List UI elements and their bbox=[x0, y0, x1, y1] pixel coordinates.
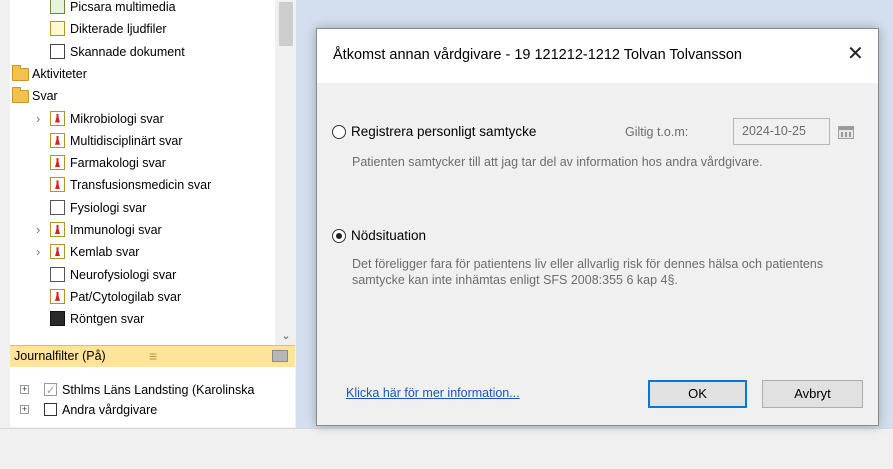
tree-item-label: Farmakologi svar bbox=[70, 156, 166, 171]
tree-item-label: Aktiviteter bbox=[32, 66, 87, 81]
folder-icon bbox=[12, 64, 29, 81]
journal-filter-bar[interactable]: Journalfilter (På) ≡ bbox=[10, 345, 295, 367]
physiology-icon bbox=[50, 266, 65, 282]
expand-chevron-icon[interactable]: › bbox=[36, 108, 40, 130]
expand-icon[interactable]: + bbox=[20, 405, 29, 414]
physiology-icon bbox=[50, 199, 65, 215]
more-info-link[interactable]: Klicka här för mer information... bbox=[346, 386, 520, 400]
valid-until-label: Giltig t.o.m: bbox=[625, 125, 689, 139]
navigation-tree: Picsara multimedia Dikterade ljudfiler Ska… bbox=[10, 0, 275, 345]
consent-radio[interactable] bbox=[332, 125, 346, 139]
cancel-button[interactable]: Avbryt bbox=[762, 380, 863, 408]
lab-icon bbox=[50, 288, 65, 304]
xray-icon bbox=[50, 311, 65, 327]
tree-item-label: Neurofysiologi svar bbox=[70, 267, 177, 282]
consent-radio-label[interactable]: Registrera personligt samtycke bbox=[351, 124, 536, 139]
tree-item-label: Dikterade ljudfiler bbox=[70, 22, 167, 37]
tree-item-label: Pat/Cytologilab svar bbox=[70, 289, 182, 304]
status-bar bbox=[0, 428, 893, 469]
tree-item-label: Kemlab svar bbox=[70, 245, 140, 260]
emergency-radio-label[interactable]: Nödsituation bbox=[351, 228, 426, 243]
expand-chevron-icon[interactable]: › bbox=[36, 241, 40, 263]
journal-filter-label: Journalfilter (På) bbox=[14, 349, 106, 363]
tree-item-label: Fysiologi svar bbox=[70, 200, 147, 215]
scrollbar-thumb[interactable] bbox=[279, 2, 293, 46]
lab-icon bbox=[50, 244, 65, 260]
dialog-titlebar: Åtkomst annan vårdgivare - 19 121212-121… bbox=[317, 29, 878, 83]
close-icon[interactable]: ✕ bbox=[847, 41, 864, 66]
tree-item-label: Skannade dokument bbox=[70, 44, 185, 59]
filter-menu-icon[interactable]: ≡ bbox=[149, 348, 157, 364]
dialog-title: Åtkomst annan vårdgivare - 19 121212-121… bbox=[333, 47, 742, 63]
tree-item-label: Multidisciplinärt svar bbox=[70, 133, 183, 148]
scroll-down-arrow-icon[interactable]: ⌄ bbox=[279, 329, 293, 343]
image-icon bbox=[50, 0, 65, 14]
tree-item-label: Mikrobiologi svar bbox=[70, 111, 164, 126]
emergency-description: Det föreligger fara för patientens liv e… bbox=[352, 257, 824, 287]
tree-item-label: Immunologi svar bbox=[70, 223, 162, 237]
tree-item-label: Röntgen svar bbox=[70, 312, 145, 327]
lab-icon bbox=[50, 177, 65, 193]
lab-icon bbox=[50, 110, 65, 126]
lab-icon bbox=[50, 222, 65, 237]
emergency-radio[interactable] bbox=[332, 229, 346, 243]
caretaker-label: Andra vårdgivare bbox=[62, 403, 158, 417]
access-other-caregiver-dialog: Åtkomst annan vårdgivare - 19 121212-121… bbox=[316, 28, 879, 426]
tree-scrollbar[interactable] bbox=[276, 0, 295, 345]
valid-until-date-field[interactable]: 2024-10-25 bbox=[733, 118, 830, 145]
caretaker-checkbox-sll[interactable] bbox=[44, 381, 57, 401]
folder-icon bbox=[12, 87, 29, 104]
expand-chevron-icon[interactable]: › bbox=[36, 219, 40, 241]
sound-icon bbox=[50, 21, 65, 37]
caretaker-label: Sthlms Läns Landsting (Karolinska bbox=[62, 383, 255, 397]
lab-icon bbox=[50, 155, 65, 171]
ok-button[interactable]: OK bbox=[648, 380, 747, 408]
expand-icon[interactable]: + bbox=[20, 385, 29, 394]
scan-icon bbox=[50, 43, 65, 59]
tree-item-label: Svar bbox=[32, 89, 58, 104]
tree-item-label: Picsara multimedia bbox=[70, 0, 176, 14]
lab-icon bbox=[50, 132, 65, 148]
calendar-icon[interactable] bbox=[838, 126, 854, 139]
tree-item-label: Transfusionsmedicin svar bbox=[70, 178, 212, 193]
caretaker-tree: + Sthlms Läns Landsting (Karolinska + An… bbox=[10, 367, 295, 427]
filter-settings-icon[interactable] bbox=[272, 350, 288, 362]
consent-description: Patienten samtycker till att jag tar del… bbox=[352, 155, 763, 169]
caretaker-checkbox-other[interactable] bbox=[44, 403, 57, 416]
